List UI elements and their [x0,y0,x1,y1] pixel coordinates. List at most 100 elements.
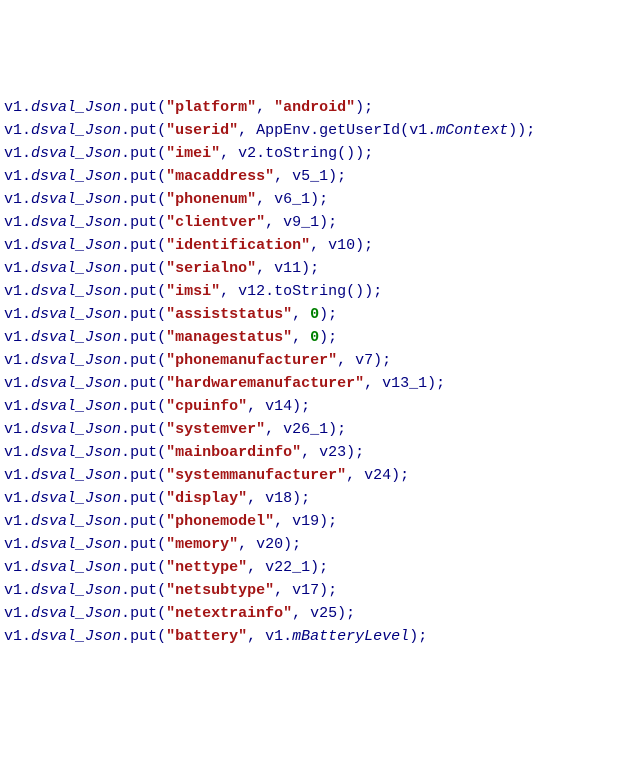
variable-ref: v23 [319,444,346,461]
member-ref: dsval_Json [31,306,121,323]
code-line: v1.dsval_Json.put("imsi", v12.toString()… [4,280,636,303]
code-line: v1.dsval_Json.put("assiststatus", 0); [4,303,636,326]
method-call: put [130,329,157,346]
member-ref: dsval_Json [31,559,121,576]
member-ref: dsval_Json [31,582,121,599]
code-line: v1.dsval_Json.put("imei", v2.toString())… [4,142,636,165]
code-line: v1.dsval_Json.put("phonemodel", v19); [4,510,636,533]
code-line: v1.dsval_Json.put("managestatus", 0); [4,326,636,349]
code-line: v1.dsval_Json.put("netextrainfo", v25); [4,602,636,625]
variable-ref: v26_1 [283,421,328,438]
json-key: "mainboardinfo" [166,444,301,461]
member-ref: dsval_Json [31,444,121,461]
member-ref: dsval_Json [31,191,121,208]
code-block: v1.dsval_Json.put("platform", "android")… [4,96,636,648]
variable-ref: v11 [274,260,301,277]
object-ref: v1 [4,283,22,300]
json-key: "phonemanufacturer" [166,352,337,369]
object-ref: v1 [409,122,427,139]
json-key: "netsubtype" [166,582,274,599]
object-ref: v1 [4,421,22,438]
json-key: "nettype" [166,559,247,576]
member-ref: mContext [436,122,508,139]
code-line: v1.dsval_Json.put("clientver", v9_1); [4,211,636,234]
method-call: put [130,122,157,139]
json-key: "systemver" [166,421,265,438]
method-call: put [130,513,157,530]
code-line: v1.dsval_Json.put("memory", v20); [4,533,636,556]
method-call: put [130,559,157,576]
json-value-string: "android" [274,99,355,116]
method-call: put [130,260,157,277]
member-ref: dsval_Json [31,536,121,553]
member-ref: dsval_Json [31,145,121,162]
json-key: "netextrainfo" [166,605,292,622]
member-ref: dsval_Json [31,99,121,116]
variable-ref: v13_1 [382,375,427,392]
method-call: put [130,628,157,645]
code-line: v1.dsval_Json.put("phonemanufacturer", v… [4,349,636,372]
method-call: put [130,168,157,185]
code-line: v1.dsval_Json.put("display", v18); [4,487,636,510]
object-ref: v1 [4,559,22,576]
object-ref: v1 [4,237,22,254]
object-ref: v1 [4,145,22,162]
object-ref: v1 [4,352,22,369]
object-ref: v1 [4,628,22,645]
json-key: "memory" [166,536,238,553]
object-ref: v1 [4,306,22,323]
member-ref: dsval_Json [31,513,121,530]
method-call: put [130,421,157,438]
json-key: "cpuinfo" [166,398,247,415]
variable-ref: v25 [310,605,337,622]
variable-ref: v18 [265,490,292,507]
variable-ref: v17 [292,582,319,599]
member-ref: dsval_Json [31,628,121,645]
object-ref: v1 [4,329,22,346]
member-ref: dsval_Json [31,329,121,346]
json-key: "identification" [166,237,310,254]
json-key: "userid" [166,122,238,139]
code-line: v1.dsval_Json.put("battery", v1.mBattery… [4,625,636,648]
class-ref: AppEnv [256,122,310,139]
member-ref: dsval_Json [31,421,121,438]
method-call: put [130,398,157,415]
code-line: v1.dsval_Json.put("mainboardinfo", v23); [4,441,636,464]
json-key: "serialno" [166,260,256,277]
method-call: put [130,375,157,392]
json-value-number: 0 [310,329,319,346]
json-key: "managestatus" [166,329,292,346]
variable-ref: v10 [328,237,355,254]
code-line: v1.dsval_Json.put("systemmanufacturer", … [4,464,636,487]
method-call: put [130,605,157,622]
object-ref: v1 [4,99,22,116]
member-ref: dsval_Json [31,467,121,484]
object-ref: v1 [4,513,22,530]
method-call: put [130,191,157,208]
json-key: "hardwaremanufacturer" [166,375,364,392]
method-call: put [130,536,157,553]
method-call: put [130,283,157,300]
code-line: v1.dsval_Json.put("userid", AppEnv.getUs… [4,119,636,142]
member-ref: dsval_Json [31,352,121,369]
json-key: "phonemodel" [166,513,274,530]
code-line: v1.dsval_Json.put("cpuinfo", v14); [4,395,636,418]
code-line: v1.dsval_Json.put("macaddress", v5_1); [4,165,636,188]
member-ref: dsval_Json [31,490,121,507]
variable-ref: v22_1 [265,559,310,576]
code-line: v1.dsval_Json.put("nettype", v22_1); [4,556,636,579]
object-ref: v1 [4,582,22,599]
method-call: put [130,467,157,484]
method-call: put [130,145,157,162]
object-ref: v1 [4,605,22,622]
json-key: "assiststatus" [166,306,292,323]
variable-ref: v5_1 [292,168,328,185]
json-key: "systemmanufacturer" [166,467,346,484]
object-ref: v1 [4,191,22,208]
member-ref: dsval_Json [31,168,121,185]
json-key: "phonenum" [166,191,256,208]
member-ref: dsval_Json [31,214,121,231]
json-key: "macaddress" [166,168,274,185]
method-call: put [130,237,157,254]
variable-ref: v2 [238,145,256,162]
